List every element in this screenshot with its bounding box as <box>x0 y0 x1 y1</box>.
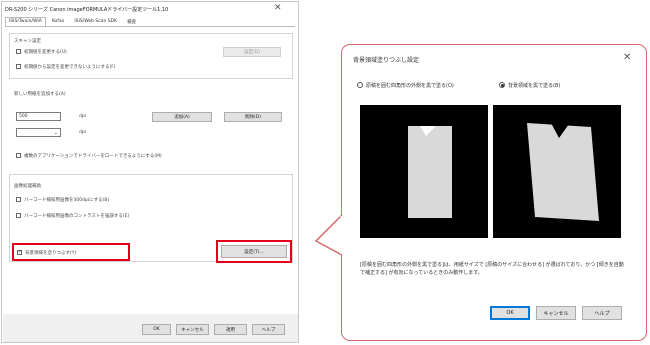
fill-background-settings-button[interactable]: 設定(T)... <box>221 245 287 258</box>
help-button[interactable]: ヘルプ <box>582 306 622 320</box>
callout-pointer <box>314 214 343 256</box>
cancel-button[interactable]: キャンセル <box>536 306 576 320</box>
fill-outside-rectangle-radio[interactable] <box>357 82 363 88</box>
scan-settings-heading: スキャン設定 <box>14 39 41 44</box>
fill-background-label: 背景領域を塗りつぶす(Y) <box>25 251 77 256</box>
resolution-unit-label: dpi <box>79 114 86 119</box>
description-text: [原稿を囲む四角形の外側を黒で塗る]は、用紙サイズで [原稿のサイズに合わせる]… <box>360 262 624 276</box>
fill-background-checkbox[interactable]: ✓ <box>17 250 22 255</box>
barcode-300dpi-label: バーコード検知用画像を300dpiにする(B) <box>24 198 110 203</box>
multi-app-label: 複数のアプリケーションでドライバーをロードできるようにする(M) <box>24 154 162 159</box>
document-preview-1 <box>408 126 452 218</box>
change-defaults-checkbox[interactable] <box>16 49 21 54</box>
preview-rectangle-fill <box>360 105 488 238</box>
window-title: DR-S200 シリーズ Canon imageFORMULAドライバー設定ツー… <box>5 7 169 13</box>
help-button[interactable]: ヘルプ <box>252 324 285 335</box>
ok-button[interactable]: OK <box>490 306 530 320</box>
delete-button[interactable]: 削除(D) <box>224 112 282 122</box>
add-paper-heading: 新しい用紙を追加する(A) <box>14 92 66 97</box>
fill-background-black-label: 背景領域を黒で塗る(B) <box>508 83 561 89</box>
resolution-unit-label-2: dpi <box>79 130 86 135</box>
image-processing-heading: 画像処理補助 <box>14 184 41 189</box>
fill-background-dialog: 背景領域塗りつぶし設定 ✕ 原稿を囲む四角形の外側を黒で塗る(O) 背景領域を黒… <box>345 49 640 335</box>
chevron-down-icon: ⌄ <box>53 130 58 136</box>
resolution-select[interactable]: ⌄ <box>16 128 61 137</box>
dialog-title: 背景領域塗りつぶし設定 <box>353 57 420 64</box>
document-preview-2 <box>527 123 599 221</box>
resolution-input[interactable]: 500 <box>16 112 61 121</box>
barcode-contrast-label: バーコード検知用画像のコントラストを強調する(E) <box>24 214 130 219</box>
add-button[interactable]: 追加(A) <box>152 112 212 122</box>
close-icon[interactable]: ✕ <box>623 53 631 63</box>
tab-divider <box>5 26 295 27</box>
multi-app-checkbox[interactable] <box>16 153 21 158</box>
cancel-button[interactable]: キャンセル <box>176 324 209 335</box>
apply-button[interactable]: 適用 <box>214 324 247 335</box>
fill-background-black-radio[interactable] <box>499 82 505 88</box>
defaults-settings-button[interactable]: 設定(D) <box>223 47 281 57</box>
driver-settings-dialog: DR-S200 シリーズ Canon imageFORMULAドライバー設定ツー… <box>1 1 299 343</box>
barcode-contrast-checkbox[interactable] <box>16 213 21 218</box>
barcode-300dpi-checkbox[interactable] <box>16 197 21 202</box>
preview-background-fill <box>493 105 621 238</box>
close-icon[interactable]: ✕ <box>274 4 282 13</box>
lock-defaults-checkbox[interactable] <box>16 64 21 69</box>
fill-outside-rectangle-label: 原稿を囲む四角形の外側を黒で塗る(O) <box>366 83 454 89</box>
change-defaults-label: 初期値を変更する(U) <box>24 50 67 55</box>
lock-defaults-label: 初期値から設定を変更できないようにする(F) <box>24 65 116 70</box>
ok-button[interactable]: OK <box>142 324 171 335</box>
